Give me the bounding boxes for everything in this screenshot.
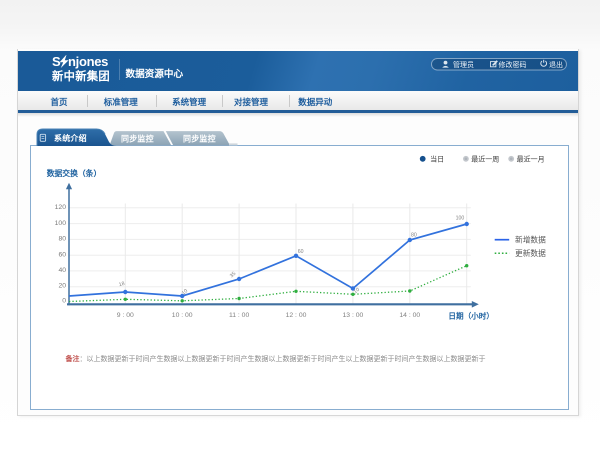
svg-text:60: 60 <box>298 249 304 255</box>
svg-text:35: 35 <box>229 271 237 279</box>
svg-text:11 : 00: 11 : 00 <box>229 312 250 319</box>
svg-text:0: 0 <box>62 298 66 305</box>
svg-text:100: 100 <box>456 215 465 221</box>
svg-text:120: 120 <box>55 204 67 211</box>
svg-text:60: 60 <box>58 251 66 258</box>
svg-text:13 : 00: 13 : 00 <box>343 312 364 319</box>
svg-text:日期（小时）: 日期（小时） <box>448 311 494 321</box>
svg-text:100: 100 <box>55 220 67 227</box>
svg-text:80: 80 <box>58 236 66 243</box>
svg-text:14 : 00: 14 : 00 <box>399 312 420 319</box>
svg-text:同步监控: 同步监控 <box>183 134 216 144</box>
svg-text:最近一月: 最近一月 <box>517 154 545 163</box>
svg-text:9 : 00: 9 : 00 <box>117 312 134 319</box>
svg-text:10 : 00: 10 : 00 <box>172 312 193 319</box>
svg-text:最近一周: 最近一周 <box>471 154 499 163</box>
svg-text:数据交换（条）: 数据交换（条） <box>47 168 102 178</box>
svg-text:更新数据: 更新数据 <box>515 248 546 258</box>
svg-text:当日: 当日 <box>430 154 444 163</box>
svg-text:40: 40 <box>58 267 66 274</box>
svg-text:系统介绍: 系统介绍 <box>54 133 87 143</box>
svg-text:同步监控: 同步监控 <box>121 134 154 144</box>
svg-text:20: 20 <box>58 283 66 290</box>
svg-text:12 : 00: 12 : 00 <box>286 312 307 319</box>
svg-text:新增数据: 新增数据 <box>515 235 546 245</box>
svg-text:80: 80 <box>411 233 417 239</box>
